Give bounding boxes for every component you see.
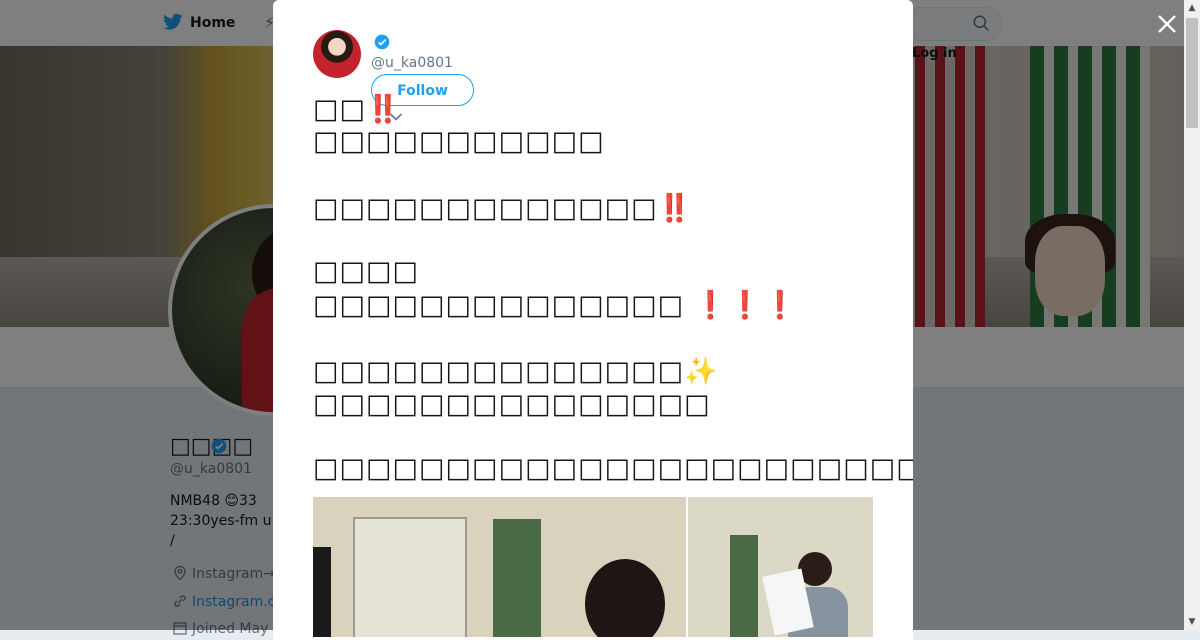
verified-badge-icon (374, 34, 390, 50)
tweet-text: □□□□□□□□□□□□□□□□□□□□□□□□□ (313, 453, 913, 484)
tweet-text-line: □□□□□□□□□□□□□‼️ (313, 192, 692, 224)
double-exclamation-emoji: ‼️ (366, 94, 401, 125)
tweet-text: □□□□□□□□□□□ (313, 126, 605, 157)
tweet-text: □□□□□□□□□□□□□□ (313, 290, 685, 321)
tweet-text: □□□□ (313, 256, 420, 287)
photo-person-head (585, 559, 665, 637)
scroll-up-arrow-icon[interactable]: ▲ (1184, 0, 1200, 16)
tweet-text-line: □□□□□□□□□□□□□□ ❗️❗️❗️ (313, 289, 798, 321)
tweet-text-line: □□□□□□□□□□□□□□□□□□□□□□□□□💭 (313, 452, 913, 484)
tweet-author-handle[interactable]: @u_ka0801 (371, 55, 453, 71)
sparkles-emoji: ✨ (684, 356, 719, 387)
tweet-text-line: □□‼️ (313, 93, 401, 125)
tweet-text-line: □□□□□□□□□□□ (313, 126, 605, 157)
tweet-text-line: □□□□□□□□□□□□□□✨ (313, 355, 719, 387)
tweet-text: □□ (313, 94, 367, 125)
close-icon[interactable] (1155, 12, 1179, 36)
tweet-text: □□□□□□□□□□□□□□□ (313, 389, 711, 420)
tweet-text-line: □□□□ (313, 256, 419, 287)
photo-green-door (730, 535, 758, 637)
tweet-modal: @u_ka0801 Follow □□‼️ □□□□□□□□□□□ □□□□□□… (273, 0, 913, 640)
tweet-text: □□□□□□□□□□□□□ (313, 193, 658, 224)
photo-door (353, 517, 467, 637)
tweet-photo[interactable] (688, 497, 873, 637)
exclamation-emoji: ❗️❗️❗️ (693, 290, 798, 321)
page-scrollbar[interactable]: ▲ ▼ (1184, 0, 1200, 630)
tweet-text-line: □□□□□□□□□□□□□□□ (313, 389, 711, 420)
tweet-author-avatar[interactable] (313, 30, 361, 78)
scroll-down-arrow-icon[interactable]: ▼ (1184, 614, 1200, 630)
tweet-text: □□□□□□□□□□□□□□ (313, 356, 685, 387)
tweet-photo[interactable] (313, 497, 686, 637)
scrollbar-thumb[interactable] (1186, 18, 1198, 128)
photo-green-door (493, 519, 541, 637)
double-exclamation-emoji: ‼️ (657, 193, 693, 224)
photo-shadow (313, 547, 331, 637)
